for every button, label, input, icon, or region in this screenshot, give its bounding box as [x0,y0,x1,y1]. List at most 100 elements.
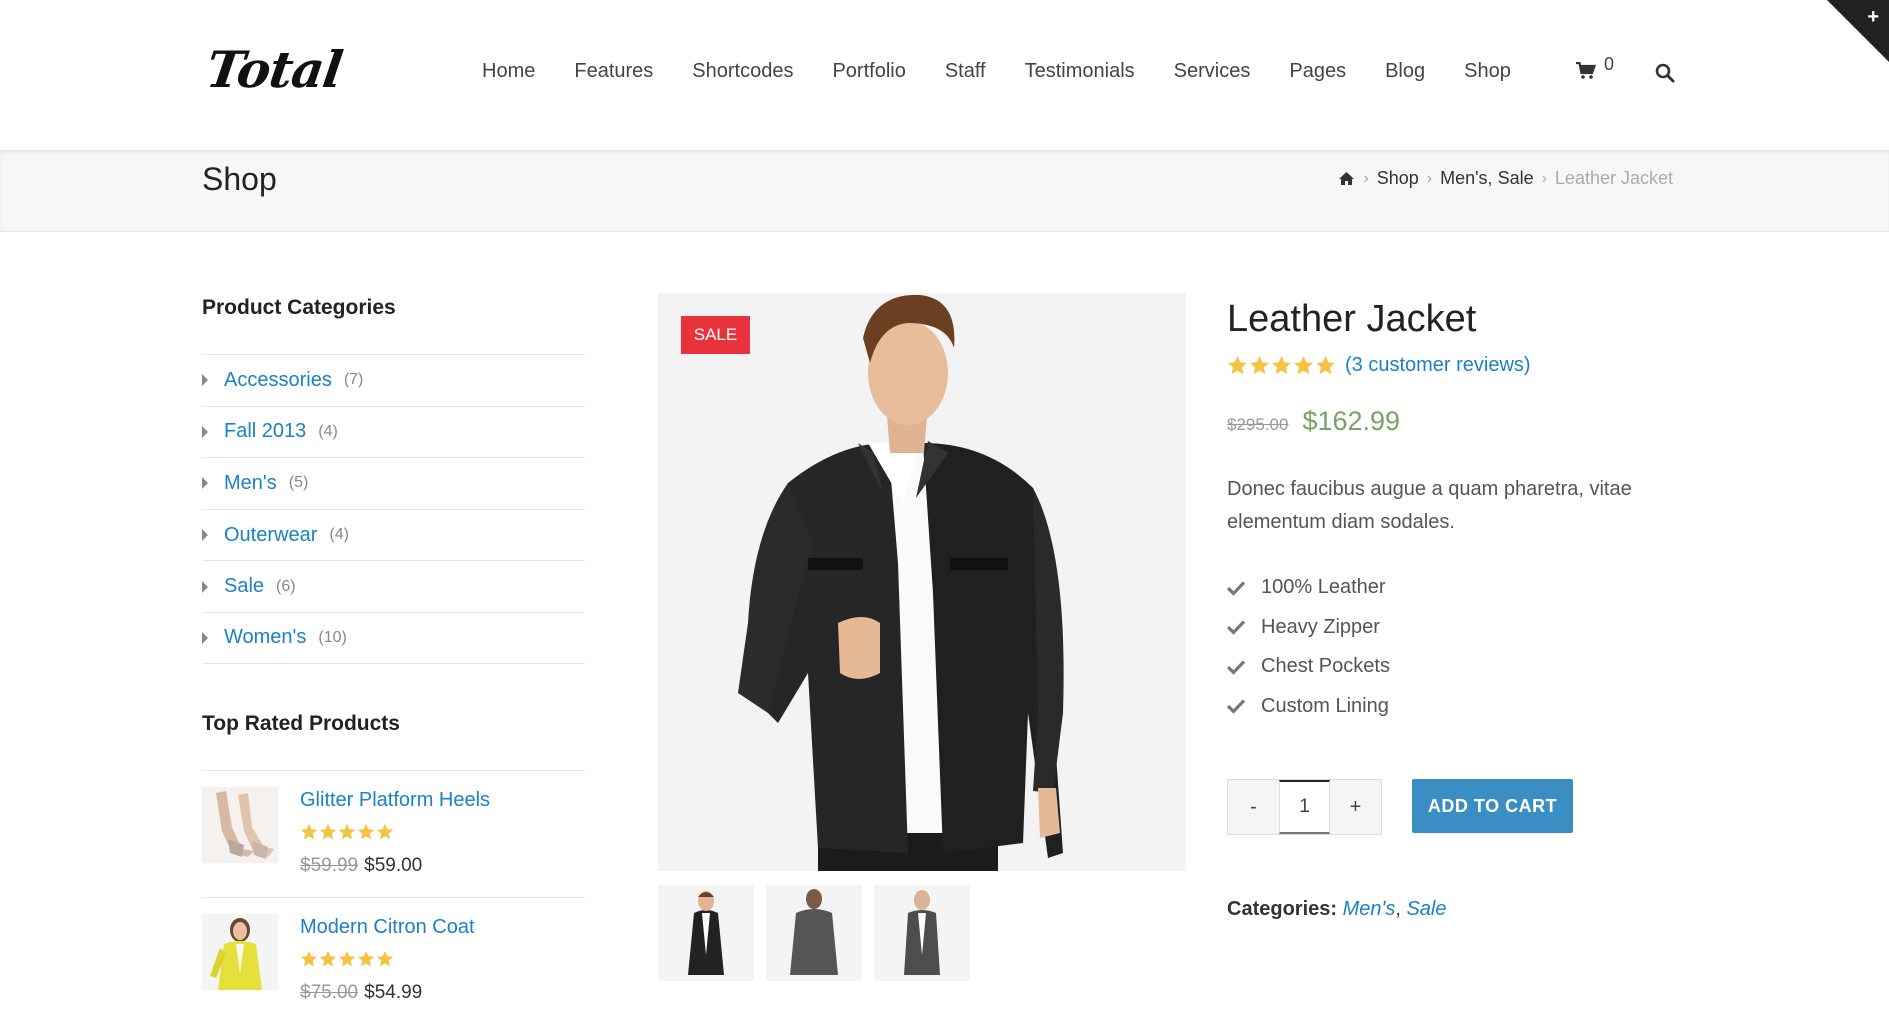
category-link[interactable]: Women's [224,626,306,649]
caret-right-icon [202,374,208,387]
category-count: (7) [343,371,364,389]
category-link[interactable]: Accessories [224,369,332,392]
quantity-decrease-button[interactable]: - [1228,780,1279,834]
nav-staff[interactable]: Staff [945,60,986,83]
site-logo[interactable]: Total [203,40,346,99]
nav-shop[interactable]: Shop [1464,60,1511,83]
product-description: Donec faucibus augue a quam pharetra, vi… [1227,478,1632,533]
corner-toggle[interactable] [1827,0,1889,62]
home-icon[interactable] [1338,171,1355,186]
gallery-thumbnail[interactable] [874,885,970,981]
category-count: (4) [318,422,338,440]
heels-image [202,787,278,863]
caret-right-icon [202,580,208,593]
star-icon [357,823,375,840]
star-icon [338,823,356,840]
caret-right-icon [202,631,208,644]
quantity-input[interactable] [1279,780,1330,834]
feature-label: 100% Leather [1261,576,1386,599]
chevron-right-icon: › [1541,169,1547,187]
feature-label: Custom Lining [1261,694,1389,717]
gallery-thumbnail[interactable] [766,885,862,981]
caret-right-icon [202,477,208,490]
star-icon [1272,356,1291,375]
product-categories: Categories: Men's, Sale [1227,898,1446,921]
citron-coat-image [202,914,278,990]
breadcrumb-mens[interactable]: Men's [1440,168,1487,189]
cart-link[interactable]: 0 [1576,54,1614,80]
star-rating [1227,355,1337,376]
product-link[interactable]: Glitter Platform Heels [300,789,490,812]
product-rating: (3 customer reviews) [1227,354,1531,377]
thumb-front-image [658,885,754,981]
category-list: Accessories (7) Fall 2013 (4) Men's (5) … [202,354,585,664]
product-thumbnail[interactable] [202,787,278,863]
check-icon [1227,660,1245,675]
product-price: $295.00 $162.99 [1227,406,1400,437]
cart-count: 0 [1604,54,1615,74]
product-link[interactable]: Modern Citron Coat [300,916,475,939]
page-header-bar [0,150,1889,232]
nav-testimonials[interactable]: Testimonials [1025,60,1135,83]
nav-blog[interactable]: Blog [1385,60,1425,83]
category-item: Accessories (7) [202,354,585,406]
star-icon [319,823,337,840]
category-count: (10) [318,628,347,646]
chevron-right-icon: › [1426,169,1433,187]
category-link[interactable]: Outerwear [224,524,317,547]
star-icon [376,950,394,967]
feature-item: Custom Lining [1227,687,1390,727]
star-icon [1250,356,1269,375]
nav-home[interactable]: Home [482,60,535,83]
breadcrumb: › Shop › Men's, Sale › Leather Jacket [1338,168,1673,189]
top-rated-item: Modern Citron Coat $75.00 $54.99 [202,897,585,1018]
category-count: (4) [329,526,349,544]
top-rated-list: Glitter Platform Heels $59.99 $59.00 Mode… [202,770,585,1018]
thumb-side-image [874,885,970,981]
feature-item: Heavy Zipper [1227,608,1390,648]
product-price: $59.99 $59.00 [300,855,422,877]
product-thumbnail[interactable] [202,914,278,990]
nav-services[interactable]: Services [1174,60,1251,83]
nav-features[interactable]: Features [574,60,653,83]
add-to-cart-button[interactable]: ADD TO CART [1412,779,1573,833]
search-button[interactable] [1655,63,1675,88]
category-link[interactable]: Sale [224,575,264,598]
breadcrumb-sale[interactable]: Sale [1498,168,1534,189]
sale-price: $162.99 [1302,406,1401,436]
quantity-increase-button[interactable]: + [1330,780,1381,834]
category-item: Women's (10) [202,611,585,664]
category-link[interactable]: Men's [224,472,277,495]
star-icon [300,950,318,967]
page-title: Shop [202,161,277,197]
product-main-image[interactable] [658,293,1186,871]
old-price: $75.00 [300,982,359,1003]
star-icon [338,950,356,967]
check-icon [1227,699,1245,715]
gallery-thumbnail[interactable] [658,885,754,981]
breadcrumb-current: Leather Jacket [1554,168,1673,188]
plus-icon[interactable]: + [1867,6,1879,29]
categories-separator: , [1395,898,1401,920]
nav-shortcodes[interactable]: Shortcodes [692,60,793,83]
categories-label: Categories: [1227,898,1338,920]
star-rating [300,950,395,968]
top-rated-item: Glitter Platform Heels $59.99 $59.00 [202,770,585,897]
nav-portfolio[interactable]: Portfolio [832,60,905,83]
category-link-mens[interactable]: Men's [1343,898,1396,920]
category-item: Men's (5) [202,457,585,509]
old-price: $295.00 [1227,415,1289,434]
breadcrumb-shop[interactable]: Shop [1377,168,1419,189]
caret-right-icon [202,425,208,438]
cart-icon [1576,62,1596,79]
category-link[interactable]: Fall 2013 [224,420,306,443]
category-link-sale[interactable]: Sale [1406,898,1446,920]
site-header: Total Home Features Shortcodes Portfolio… [0,0,1889,150]
reviews-link[interactable]: (3 customer reviews) [1345,354,1531,377]
chevron-right-icon: › [1363,169,1369,187]
category-item: Outerwear (4) [202,508,585,561]
breadcrumb-comma: , [1487,168,1493,188]
star-icon [1228,356,1247,375]
nav-pages[interactable]: Pages [1289,60,1346,83]
product-price: $75.00 $54.99 [300,982,422,1004]
